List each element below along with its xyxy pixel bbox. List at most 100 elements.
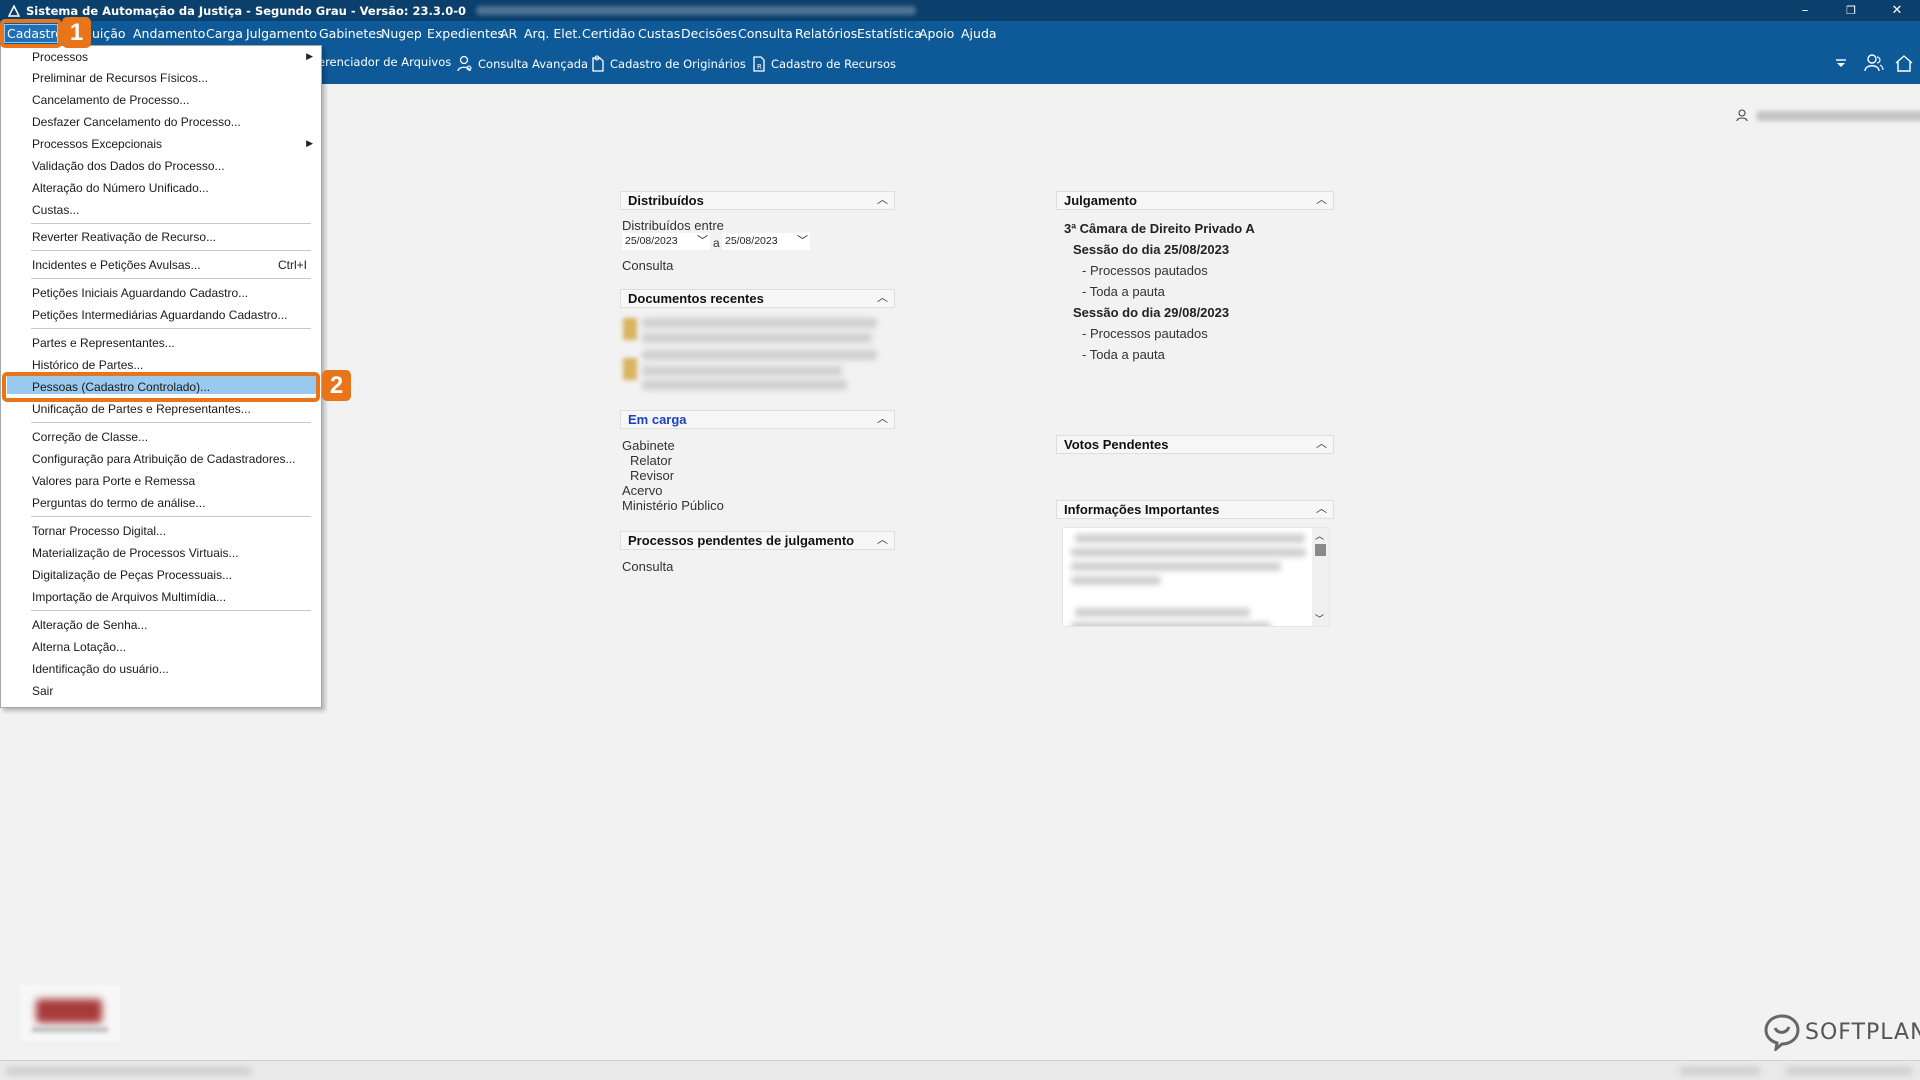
sessao-1-processos-pautados[interactable]: - Processos pautados (1082, 263, 1208, 278)
restore-button[interactable]: ❐ (1828, 0, 1874, 21)
menu-distribuicao[interactable]: uição (92, 26, 126, 41)
menu-arq-elet[interactable]: Arq. Elet. (524, 26, 581, 41)
document-icon (623, 318, 637, 340)
shortcut-label: Ctrl+I (277, 258, 307, 272)
menu-certidao[interactable]: Certidão (582, 26, 635, 41)
close-button[interactable]: ✕ (1874, 0, 1920, 21)
redacted-status-right (1680, 1067, 1760, 1075)
scroll-up-icon[interactable]: ︿ (1315, 529, 1324, 542)
menu-ar[interactable]: AR (500, 26, 517, 41)
menu-separator (31, 422, 311, 423)
softplan-logo: SOFTPLAN (1763, 1013, 1920, 1051)
menu-consulta[interactable]: Consulta (738, 26, 793, 41)
menu-item-desfazer-cancelamento[interactable]: Desfazer Cancelamento do Processo... (32, 115, 241, 129)
panel-em-carga-header[interactable]: Em carga ︿ (620, 410, 895, 429)
redacted-document[interactable] (642, 380, 847, 390)
em-carga-relator[interactable]: Relator (630, 453, 672, 468)
chevron-up-icon[interactable]: ︿ (877, 290, 888, 307)
menu-ajuda[interactable]: Ajuda (961, 26, 997, 41)
menu-item-cancelamento[interactable]: Cancelamento de Processo... (32, 93, 189, 107)
menu-item-processos[interactable]: Processos (32, 50, 88, 64)
menu-item-configuracao-cadastradores[interactable]: Configuração para Atribuição de Cadastra… (32, 452, 296, 466)
home-icon[interactable] (1894, 53, 1914, 76)
pendentes-consulta-link[interactable]: Consulta (622, 559, 673, 574)
date-to-select[interactable]: 25/08/2023 ﹀ (722, 233, 810, 250)
em-carga-gabinete[interactable]: Gabinete (622, 438, 675, 453)
menu-gabinetes[interactable]: Gabinetes (319, 26, 382, 41)
chevron-up-icon[interactable]: ︿ (877, 411, 888, 428)
toolbar-consulta-avancada[interactable]: Consulta Avançada (457, 55, 588, 73)
menu-item-alterna-lotacao[interactable]: Alterna Lotação... (32, 640, 126, 654)
menu-apoio[interactable]: Apoio (919, 26, 954, 41)
redacted-status-left (6, 1067, 251, 1075)
chevron-down-icon: ﹀ (797, 235, 808, 247)
menu-item-importacao-multimidia[interactable]: Importação de Arquivos Multimídia... (32, 590, 226, 604)
menu-item-preliminar-recursos[interactable]: Preliminar de Recursos Físicos... (32, 71, 208, 85)
redacted-document[interactable] (642, 366, 842, 376)
menu-decisoes[interactable]: Decisões (681, 26, 737, 41)
redacted-document[interactable] (642, 333, 872, 343)
scroll-down-icon[interactable]: ﹀ (1315, 612, 1324, 625)
scroll-thumb[interactable] (1315, 544, 1326, 556)
menu-item-custas[interactable]: Custas... (32, 203, 79, 217)
panel-documentos-header[interactable]: Documentos recentes ︿ (620, 289, 895, 308)
sessao-1-toda-pauta[interactable]: - Toda a pauta (1082, 284, 1165, 299)
menu-item-sair[interactable]: Sair (32, 684, 53, 698)
distribuidos-consulta-link[interactable]: Consulta (622, 258, 673, 273)
toolbar-cadastro-recursos[interactable]: R Cadastro de Recursos (752, 55, 896, 73)
menu-item-historico-partes[interactable]: Histórico de Partes... (32, 358, 143, 372)
toolbar-gerenciador-arquivos[interactable]: erenciador de Arquivos (318, 55, 451, 69)
sessao-2-processos-pautados[interactable]: - Processos pautados (1082, 326, 1208, 341)
menu-item-materializacao[interactable]: Materialização de Processos Virtuais... (32, 546, 239, 560)
em-carga-ministerio[interactable]: Ministério Público (622, 498, 724, 513)
menu-item-peticoes-intermediarias[interactable]: Petições Intermediárias Aguardando Cadas… (32, 308, 287, 322)
menu-item-identificacao-usuario[interactable]: Identificação do usuário... (32, 662, 169, 676)
menu-item-perguntas-termo[interactable]: Perguntas do termo de análise... (32, 496, 205, 510)
panel-pendentes-header[interactable]: Processos pendentes de julgamento ︿ (620, 531, 895, 550)
menu-item-partes-representantes[interactable]: Partes e Representantes... (32, 336, 175, 350)
menu-estatistica[interactable]: Estatística (857, 26, 922, 41)
chevron-up-icon[interactable]: ︿ (877, 532, 888, 549)
chevron-up-icon[interactable]: ︿ (1316, 436, 1327, 453)
menu-item-processos-excepcionais[interactable]: Processos Excepcionais (32, 137, 162, 151)
redacted-document[interactable] (642, 318, 877, 328)
menu-item-incidentes[interactable]: Incidentes e Petições Avulsas... (32, 258, 201, 272)
menu-expedientes[interactable]: Expedientes (427, 26, 504, 41)
chevron-up-icon[interactable]: ︿ (1316, 192, 1327, 209)
dropdown-arrow-icon[interactable] (1835, 56, 1847, 73)
sessao-2-toda-pauta[interactable]: - Toda a pauta (1082, 347, 1165, 362)
menu-nugep[interactable]: Nugep (381, 26, 422, 41)
menu-item-tornar-digital[interactable]: Tornar Processo Digital... (32, 524, 166, 538)
toolbar-cadastro-originarios[interactable]: Cadastro de Originários (591, 55, 746, 73)
users-icon[interactable] (1864, 53, 1884, 76)
menu-item-correcao-classe[interactable]: Correção de Classe... (32, 430, 148, 444)
menu-carga[interactable]: Carga (206, 26, 243, 41)
informacoes-scrollbar[interactable]: ︿ ﹀ (1312, 528, 1329, 626)
menu-item-unificacao-partes[interactable]: Unificação de Partes e Representantes... (32, 402, 251, 416)
panel-informacoes-header[interactable]: Informações Importantes ︿ (1056, 500, 1334, 519)
chevron-up-icon[interactable]: ︿ (1316, 501, 1327, 518)
em-carga-acervo[interactable]: Acervo (622, 483, 662, 498)
menu-julgamento[interactable]: Julgamento (246, 26, 317, 41)
date-from-select[interactable]: 25/08/2023 ﹀ (622, 233, 710, 250)
em-carga-revisor[interactable]: Revisor (630, 468, 674, 483)
menu-item-validacao-dados[interactable]: Validação dos Dados do Processo... (32, 159, 225, 173)
menu-item-alteracao-numero[interactable]: Alteração do Número Unificado... (32, 181, 209, 195)
menu-item-peticoes-iniciais[interactable]: Petições Iniciais Aguardando Cadastro... (32, 286, 248, 300)
informacoes-content[interactable] (1062, 527, 1330, 627)
menu-item-alteracao-senha[interactable]: Alteração de Senha... (32, 618, 147, 632)
minimize-button[interactable]: – (1782, 0, 1828, 21)
panel-votos-header[interactable]: Votos Pendentes ︿ (1056, 435, 1334, 454)
menu-custas[interactable]: Custas (638, 26, 680, 41)
panel-julgamento-header[interactable]: Julgamento ︿ (1056, 191, 1334, 210)
menu-item-valores-porte[interactable]: Valores para Porte e Remessa (32, 474, 195, 488)
redacted-document[interactable] (642, 350, 877, 360)
document-icon (592, 55, 604, 72)
chevron-down-icon: ﹀ (697, 235, 708, 247)
menu-andamento[interactable]: Andamento (133, 26, 205, 41)
menu-item-reverter-reativacao[interactable]: Reverter Reativação de Recurso... (32, 230, 216, 244)
menu-item-digitalizacao[interactable]: Digitalização de Peças Processuais... (32, 568, 232, 582)
chevron-up-icon[interactable]: ︿ (877, 192, 888, 209)
menu-relatorios[interactable]: Relatórios (795, 26, 857, 41)
panel-distribuidos-header[interactable]: Distribuídos ︿ (620, 191, 895, 210)
